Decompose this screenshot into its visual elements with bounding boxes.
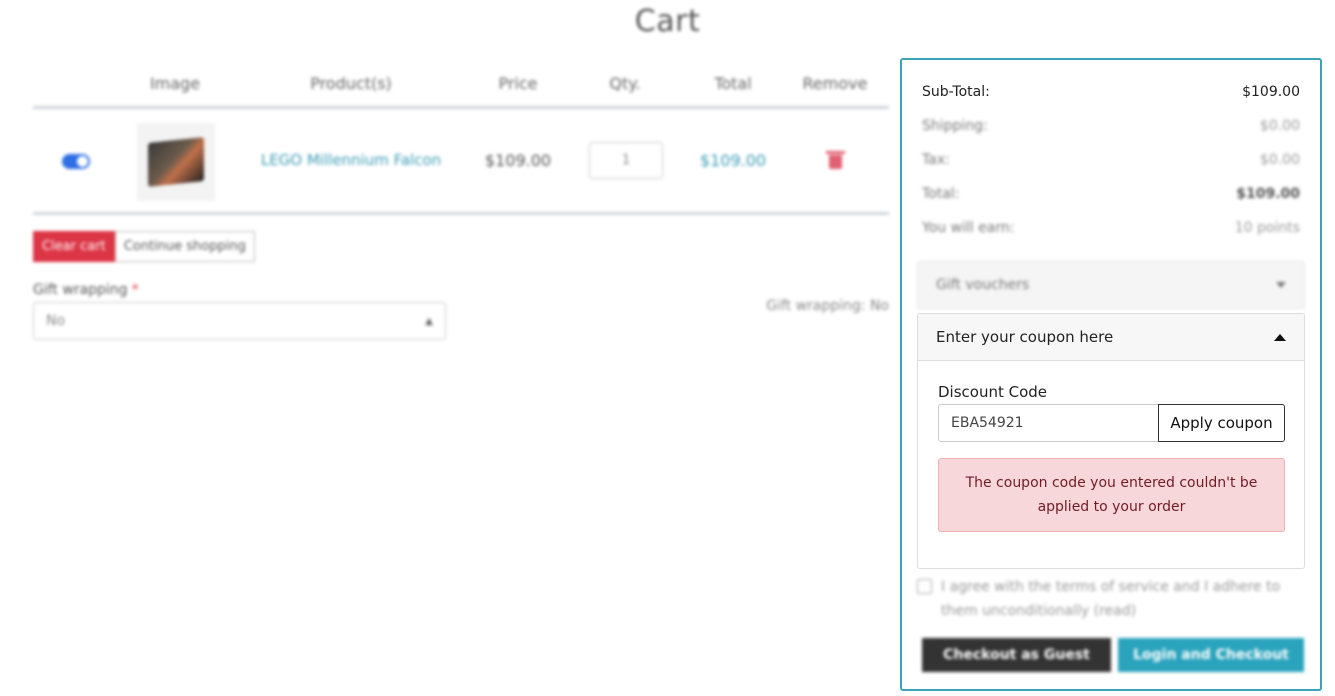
apply-coupon-button[interactable]: Apply coupon: [1158, 404, 1285, 442]
subtotal-value: $109.00: [1242, 84, 1300, 100]
continue-shopping-button[interactable]: Continue shopping: [114, 231, 255, 262]
header-remove: Remove: [802, 74, 868, 93]
header-price: Price: [498, 74, 538, 93]
shipping-value: $0.00: [1259, 118, 1300, 134]
discount-code-input[interactable]: EBA54921: [938, 404, 1159, 442]
tax-row: Tax: $0.00: [922, 152, 1300, 168]
earn-row: You will earn: 10 points: [922, 220, 1300, 236]
checkout-actions: Checkout as Guest Login and Checkout: [922, 638, 1304, 672]
coupon-header-label: Enter your coupon here: [936, 328, 1114, 346]
row-total: $109.00: [699, 151, 767, 170]
select-arrows-icon: ▲: [425, 315, 433, 327]
cart-table: Image Product(s) Price Qty. Total Remove…: [33, 62, 889, 215]
gift-wrapping-label: Gift wrapping *: [33, 282, 139, 298]
tax-value: $0.00: [1259, 152, 1300, 168]
shipping-row: Shipping: $0.00: [922, 118, 1300, 134]
cart-page: Cart Image Product(s) Price Qty. Total R…: [0, 0, 1335, 696]
gift-wrapping-label-text: Gift wrapping: [33, 282, 128, 298]
terms-text: I agree with the terms of service and I …: [941, 579, 1281, 619]
product-name-link[interactable]: LEGO Millennium Falcon: [261, 151, 441, 169]
header-products: Product(s): [310, 74, 392, 93]
subtotal-row: Sub-Total: $109.00: [922, 84, 1300, 100]
gift-wrapping-select[interactable]: No ▲: [33, 302, 446, 340]
checkout-guest-button[interactable]: Checkout as Guest: [922, 638, 1111, 672]
login-checkout-button[interactable]: Login and Checkout: [1118, 638, 1304, 672]
gift-wrapping-status: Gift wrapping: No: [766, 298, 889, 314]
clear-cart-button[interactable]: Clear cart: [33, 231, 115, 262]
product-box-graphic: [148, 137, 204, 187]
header-total: Total: [714, 74, 752, 93]
subtotal-label: Sub-Total:: [922, 84, 990, 100]
product-image[interactable]: [137, 123, 215, 201]
quantity-input[interactable]: 1: [589, 142, 663, 179]
header-qty: Qty.: [609, 74, 641, 93]
select-toggle[interactable]: [62, 154, 90, 169]
cart-actions: Clear cart Continue shopping: [33, 231, 255, 262]
chevron-down-icon: [1276, 282, 1286, 288]
required-mark: *: [131, 282, 139, 298]
terms-checkbox[interactable]: [917, 579, 932, 594]
table-row: LEGO Millennium Falcon $109.00 1 $109.00: [33, 109, 889, 215]
gift-vouchers-label: Gift vouchers: [936, 277, 1030, 293]
gift-wrapping-value: No: [46, 313, 66, 329]
total-label: Total:: [922, 186, 960, 202]
gift-vouchers-accordion[interactable]: Gift vouchers: [917, 261, 1305, 309]
discount-code-label: Discount Code: [938, 383, 1048, 401]
order-summary-panel: Sub-Total: $109.00 Shipping: $0.00 Tax: …: [900, 58, 1322, 691]
table-header: Image Product(s) Price Qty. Total Remove: [33, 62, 889, 109]
terms-agreement: I agree with the terms of service and I …: [917, 575, 1297, 623]
total-value: $109.00: [1236, 186, 1300, 202]
shipping-label: Shipping:: [922, 118, 988, 134]
coupon-error-alert: The coupon code you entered couldn't be …: [938, 458, 1285, 532]
earn-value: 10 points: [1234, 220, 1300, 236]
coupon-accordion-header[interactable]: Enter your coupon here: [918, 314, 1304, 361]
header-image: Image: [149, 74, 201, 93]
chevron-up-icon: [1274, 333, 1286, 341]
coupon-error-text: The coupon code you entered couldn't be …: [965, 475, 1258, 515]
total-row: Total: $109.00: [922, 186, 1300, 202]
coupon-accordion: Enter your coupon here Discount Code EBA…: [917, 313, 1305, 569]
tax-label: Tax:: [922, 152, 950, 168]
trash-icon[interactable]: [826, 151, 845, 169]
page-title: Cart: [634, 4, 701, 39]
product-price: $109.00: [484, 151, 552, 170]
earn-label: You will earn:: [922, 220, 1015, 236]
